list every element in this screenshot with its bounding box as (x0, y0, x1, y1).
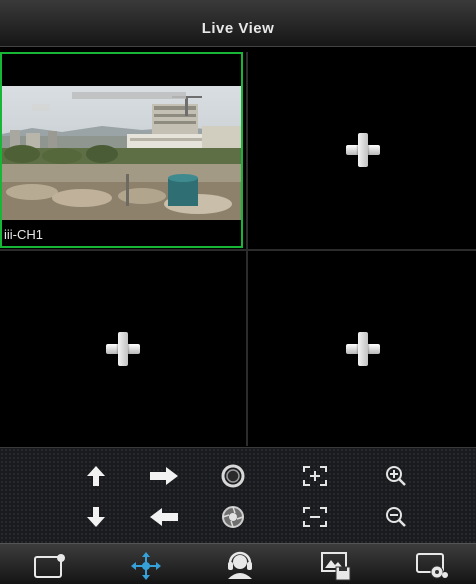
ptz-mode-button[interactable] (126, 548, 166, 584)
iris-close-button[interactable] (217, 503, 249, 531)
video-pane-3[interactable] (0, 251, 246, 446)
pane-divider-horizontal (0, 249, 476, 251)
pan-right-button[interactable] (148, 462, 180, 490)
iris-open-icon (221, 464, 245, 488)
tilt-up-button[interactable] (80, 462, 112, 490)
page-title: Live View (201, 20, 275, 37)
zoom-in-button[interactable] (380, 462, 412, 490)
video-pane-4[interactable] (249, 251, 476, 446)
camera-video-feed[interactable] (2, 86, 241, 220)
add-camera-button[interactable] (345, 331, 380, 366)
video-timestamp-overlay (72, 92, 186, 99)
audio-button[interactable] (220, 548, 260, 584)
focus-near-icon (303, 466, 327, 486)
video-pane-1[interactable]: iii-CH1 (0, 52, 243, 248)
pan-left-button[interactable] (148, 503, 180, 531)
focus-far-icon (303, 507, 327, 527)
focus-far-button[interactable] (299, 503, 331, 531)
focus-near-button[interactable] (299, 462, 331, 490)
title-bar: Live View (0, 0, 476, 47)
add-camera-button[interactable] (106, 331, 140, 366)
video-osd-marker (32, 104, 50, 111)
tilt-down-button[interactable] (80, 503, 112, 531)
arrow-down-icon (87, 507, 105, 527)
audio-headset-icon (228, 551, 252, 579)
video-pane-2[interactable] (249, 52, 476, 248)
settings-record-icon (416, 553, 448, 579)
add-camera-button[interactable] (345, 133, 380, 167)
iris-close-icon (222, 506, 244, 528)
camera-channel-label: iii-CH1 (4, 227, 43, 242)
arrow-left-icon (150, 508, 178, 526)
arrow-up-icon (87, 466, 105, 486)
record-settings-button[interactable] (412, 548, 452, 584)
ptz-control-panel (0, 447, 476, 544)
iris-open-button[interactable] (217, 462, 249, 490)
zoom-in-icon (386, 466, 406, 486)
screen-layout-icon (34, 554, 65, 578)
ptz-move-icon (131, 552, 161, 580)
arrow-right-icon (150, 467, 178, 485)
live-view-app: Live View iii-CH1 (0, 0, 476, 584)
zoom-out-icon (386, 507, 406, 527)
screen-layout-button[interactable] (30, 548, 70, 584)
video-grid: iii-CH1 (0, 48, 476, 446)
bottom-toolbar (0, 543, 476, 584)
snapshot-save-icon (321, 552, 351, 581)
zoom-out-button[interactable] (380, 503, 412, 531)
snapshot-button[interactable] (316, 548, 356, 584)
